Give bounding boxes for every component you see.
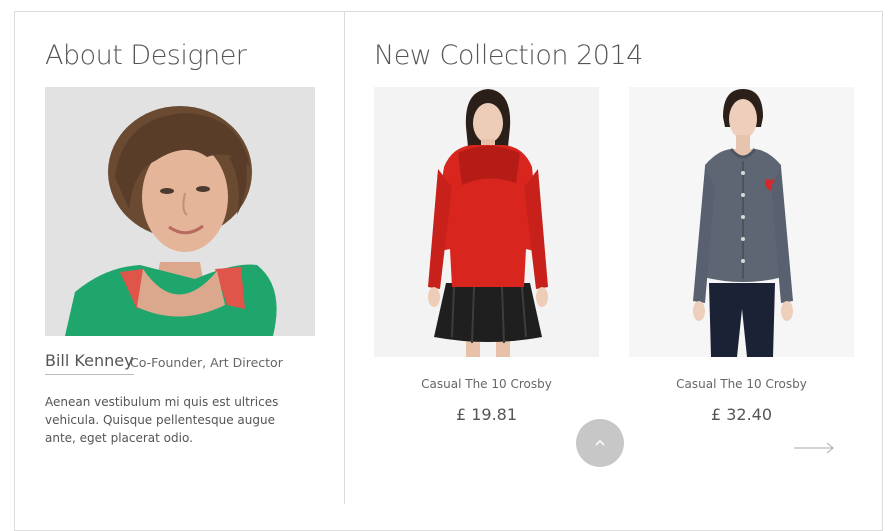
product-name[interactable]: Casual The 10 Crosby	[629, 377, 854, 391]
arrow-right-icon	[793, 440, 835, 456]
designer-name[interactable]: Bill Kenney	[45, 351, 134, 375]
designer-role: Co-Founder, Art Director	[130, 355, 283, 370]
column-divider	[344, 11, 345, 504]
product-price: £ 19.81	[455, 405, 518, 424]
scroll-to-top-button[interactable]	[576, 419, 624, 467]
product-image-grey-cardigan[interactable]	[629, 87, 854, 357]
chevron-up-icon	[595, 440, 605, 446]
product-image-red-jacket[interactable]	[374, 87, 599, 357]
carousel-next-button[interactable]	[793, 440, 835, 456]
designer-photo	[45, 87, 315, 336]
designer-bio: Aenean vestibulum mi quis est ultrices v…	[45, 395, 279, 445]
about-designer-title: About Designer	[45, 40, 247, 71]
product-name[interactable]: Casual The 10 Crosby	[374, 377, 599, 391]
new-collection-title: New Collection 2014	[374, 40, 643, 71]
product-price: £ 32.40	[710, 405, 773, 424]
